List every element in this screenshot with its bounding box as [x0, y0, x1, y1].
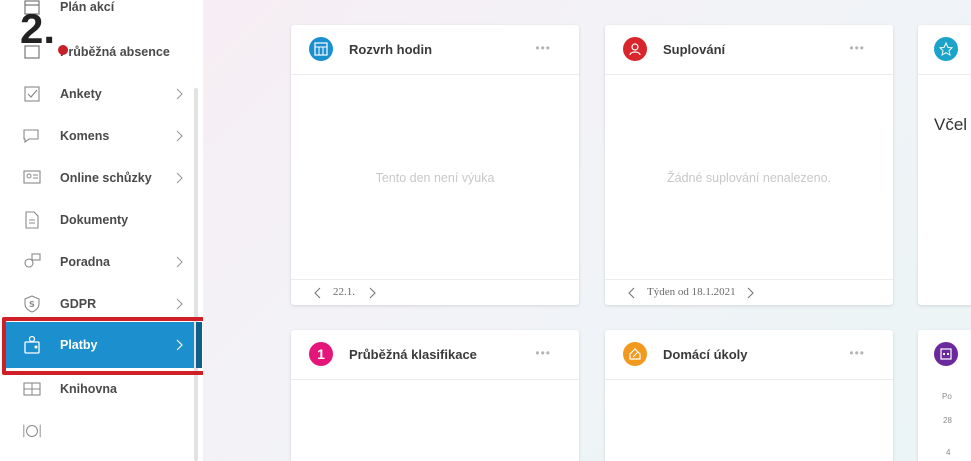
card-header: Suplování ••• [605, 25, 893, 73]
card-header: Domácí úkoly ••• [605, 330, 893, 378]
video-meeting-icon [22, 168, 42, 188]
sidebar-item-label: Průběžná absence [60, 45, 170, 59]
annotation-dot [58, 45, 68, 55]
chevron-right-icon[interactable] [745, 286, 755, 300]
sidebar-item-komens[interactable]: Komens [0, 115, 198, 157]
more-menu-icon[interactable]: ••• [849, 346, 865, 360]
svg-text:S: S [29, 300, 35, 309]
card-suplovani: Suplování ••• Žádné suplování nenalezeno… [605, 25, 893, 305]
sidebar-scrollbar[interactable] [194, 88, 198, 461]
star-icon [934, 37, 958, 61]
empty-message: Tento den není výuka [375, 171, 495, 185]
card-body [605, 379, 893, 461]
chevron-right-icon [176, 172, 183, 184]
chevron-left-icon[interactable] [313, 286, 323, 300]
sidebar-item-online-schuzky[interactable]: Online schůzky [0, 157, 198, 199]
more-menu-icon[interactable]: ••• [849, 41, 865, 55]
chevron-right-icon [176, 88, 183, 100]
sidebar-item-label: Poradna [60, 255, 111, 269]
calendar-date: 4 [946, 448, 951, 457]
more-menu-icon[interactable]: ••• [535, 346, 551, 360]
library-icon [22, 379, 42, 399]
empty-message: Žádné suplování nenalezeno. [666, 171, 831, 185]
card-title: Průběžná klasifikace [349, 347, 477, 362]
card-header: Rozvrh hodin ••• [291, 25, 579, 73]
card-title: Suplování [663, 42, 726, 57]
card-domaci-ukoly: Domácí úkoly ••• [605, 330, 893, 461]
annotation-highlight-box [2, 317, 208, 375]
checkbox-icon [22, 84, 42, 104]
sidebar-item-jidelna[interactable] [0, 410, 198, 452]
card-title: Domácí úkoly [663, 347, 748, 362]
sidebar-item-poradna[interactable]: Poradna [0, 241, 198, 283]
card-body: Tento den není výuka [291, 74, 579, 279]
date-label: 22.1. [333, 286, 355, 298]
sidebar: Plán akcí Průběžná absence Ankety Komens… [0, 0, 203, 461]
homework-icon [623, 342, 647, 366]
document-icon [22, 210, 42, 230]
sidebar-item-ankety[interactable]: Ankety [0, 73, 198, 115]
chevron-right-icon [176, 298, 183, 310]
sidebar-item-label: Dokumenty [60, 213, 129, 227]
card-title: Rozvrh hodin [349, 42, 433, 57]
card-prubezna-klasifikace: 1 Průběžná klasifikace ••• [291, 330, 579, 461]
card-footer: 22.1. [291, 279, 579, 305]
grades-icon: 1 [309, 342, 333, 366]
schedule-icon [309, 37, 333, 61]
calendar-icon [934, 342, 958, 366]
substitution-icon [623, 37, 647, 61]
chevron-right-icon [176, 256, 183, 268]
chevron-right-icon [176, 130, 183, 142]
sidebar-item-dokumenty[interactable]: Dokumenty [0, 199, 198, 241]
card-footer: Týden od 18.1.2021 [605, 279, 893, 305]
dashboard: Rozvrh hodin ••• Tento den není výuka 22… [203, 0, 971, 461]
sidebar-item-label: Plán akcí [60, 0, 115, 14]
annotation-step-number: 2. [20, 5, 56, 52]
calendar-date: 28 [943, 416, 952, 425]
card-rozvrh-hodin: Rozvrh hodin ••• Tento den není výuka 22… [291, 25, 579, 305]
more-menu-icon[interactable]: ••• [535, 41, 551, 55]
shield-icon: S [22, 294, 42, 314]
card-header: 1 Průběžná klasifikace ••• [291, 330, 579, 378]
card-partial-right: Včel [918, 25, 971, 305]
card-body [918, 74, 971, 279]
card-body [291, 379, 579, 461]
day-label: Po [942, 392, 952, 401]
card-calendar-partial: Po 28 4 [918, 330, 971, 461]
sidebar-item-label: Komens [60, 129, 110, 143]
message-icon [22, 126, 42, 146]
sidebar-item-label: GDPR [60, 297, 97, 311]
food-icon [22, 421, 42, 441]
chevron-right-icon[interactable] [367, 286, 377, 300]
week-label: Týden od 18.1.2021 [647, 286, 736, 298]
sidebar-item-label: Ankety [60, 87, 102, 101]
partial-text: Včel [934, 115, 968, 134]
chevron-left-icon[interactable] [627, 286, 637, 300]
advice-icon [22, 252, 42, 272]
sidebar-item-label: Online schůzky [60, 171, 152, 185]
sidebar-item-label: Knihovna [60, 382, 117, 396]
card-body: Žádné suplování nenalezeno. [605, 74, 893, 279]
